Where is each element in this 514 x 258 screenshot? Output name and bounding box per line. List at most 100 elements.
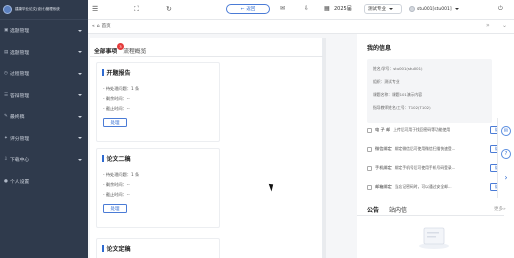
chevron-down-icon [78,137,82,140]
help-icon[interactable]: ? [501,149,511,159]
deadline: - 截止时间：-- [103,192,130,197]
download-icon[interactable]: ⇩ [304,4,309,14]
divider [357,215,504,216]
menu-toggle-icon[interactable]: ☰ [92,4,98,14]
binding-desc: 上传后可用于找回密码等功能使用 [393,127,451,132]
info-name-id: 姓名/学号：stu001(stu001) [373,66,423,71]
fullscreen-icon[interactable]: ⛶ [134,4,139,14]
sidebar-item-settings[interactable]: ● 个人设置 [0,171,88,193]
more-link[interactable]: 更多» [494,206,506,212]
chat-icon[interactable]: ✉ [501,126,511,136]
task-card-second-draft: 论文二稿 - 待处理问题：1 条 - 剩余时间：-- - 截止时间：-- 处理 [96,148,220,228]
wechat-icon [367,146,372,152]
tasks-card: 全部事项 流程概览 3 开题报告 - 待处理问题：1 条 - 剩余时间：-- -… [90,38,323,258]
tab-announcement[interactable]: 公告 [367,205,379,214]
tab-home[interactable]: 首页 [102,23,111,29]
sidebar-item-process[interactable]: ◷ 过程管理 [0,63,88,85]
handle-button[interactable]: 处理 [103,118,127,127]
main-panel: 全部事项 流程概览 3 开题报告 - 待处理问题：1 条 - 剩余时间：-- -… [88,34,357,258]
binding-desc: 当忘记密码时，可以通过安全邮... [394,184,452,189]
binding-row-mailbox: 邮箱绑定 当忘记密码时，可以通过安全邮... [367,184,452,190]
sidebar-item-topic[interactable]: ▣ 选题管理 [0,20,88,42]
binding-row-phone: 手机绑定 绑定手机号后可使用手机号码登录... [367,165,455,171]
sidebar: 建康毕业论文(设计)管理系统 ▣ 选题管理 ▤ 选题管理 ◷ 过程管理 ☰ 答辩… [0,0,88,258]
pending-count: - 待处理问题：1 条 [103,86,140,91]
avatar [409,6,415,12]
sidebar-item-final[interactable]: ✎ 最终稿 [0,106,88,128]
refresh-icon[interactable]: ↻ [166,4,172,14]
chevron-down-icon [78,51,82,54]
expand-icon[interactable]: › [501,172,511,182]
calendar-icon: ▦ [324,5,330,12]
user-menu[interactable]: stu001[stu001] [406,4,484,14]
handle-button[interactable]: 处理 [103,204,127,213]
accent-bar [102,69,104,76]
sidebar-item-score[interactable]: ✦ 评分管理 [0,128,88,150]
binding-label: 电 子 邮 [375,127,391,132]
count-badge: 3 [117,43,124,50]
binding-label: 微信绑定 [375,146,392,151]
binding-row-wechat: 微信绑定 绑定微信后可使用微信扫描快速登... [367,146,455,152]
binding-desc: 绑定手机号后可使用手机号码登录... [394,165,456,170]
empty-state-icon [419,227,449,249]
chevron-down-icon [78,94,82,97]
phone-icon [367,165,372,171]
tabs-right-arrow-icon[interactable]: » [486,22,490,29]
info-advisor: 指导教师姓名/工号：T102(T102) [373,105,431,110]
my-info-title: 我的信息 [367,45,392,52]
task-title: 论文二稿 [102,154,131,163]
back-button[interactable]: ← 返回 [226,4,270,14]
year-label[interactable]: 2025届 [334,5,352,12]
email-icon [367,127,372,133]
sidebar-item-label: 评分管理 [10,136,30,142]
task-title: 开题报告 [102,68,131,77]
major-value: 测试专业 [368,7,386,12]
chevron-down-icon [454,8,459,10]
remaining-time: - 剩余时间：-- [103,182,130,187]
mailbox-icon [367,184,372,190]
topbar: ☰ ⛶ ↻ ← 返回 ✉ ⇩ ▦ 2025届 测试专业 stu001[stu00… [88,0,514,20]
mail-icon[interactable]: ✉ [280,4,285,14]
breadcrumb[interactable]: « ⌂ 首页 [92,23,111,30]
sidebar-item-selection[interactable]: ▤ 选题管理 [0,42,88,64]
chevron-down-icon [389,8,393,10]
logo-icon [3,5,12,14]
sidebar-item-label: 答辩管理 [10,93,30,99]
back-label: 返回 [246,7,256,12]
brand[interactable]: 建康毕业论文(设计)管理系统 [0,0,88,20]
sidebar-item-label: 最终稿 [10,115,25,121]
sidebar-item-download[interactable]: ⇩ 下载中心 [0,149,88,171]
task-card-final-draft: 论文定稿 [96,238,220,258]
remaining-time: - 剩余时间：-- [103,96,130,101]
chevron-down-icon [78,72,82,75]
notice-tabs: 公告 站内信 [367,205,407,214]
chevron-down-icon [78,115,82,118]
tab-all-items[interactable]: 全部事项 [94,46,117,55]
scrollbar[interactable] [323,38,326,258]
sidebar-item-label: 选题管理 [10,50,30,56]
task-title-text: 论文二稿 [106,156,131,163]
task-title: 论文定稿 [102,244,131,253]
binding-label: 手机绑定 [375,165,392,170]
sidebar-item-label: 个人设置 [10,179,30,185]
binding-desc: 绑定微信后可使用微信扫描快速登... [394,146,456,151]
tabs-menu-icon[interactable]: ⌄ [502,22,507,29]
task-title-text: 开题报告 [106,70,131,77]
tab-inbox[interactable]: 站内信 [389,205,407,214]
power-icon[interactable]: ⏻ [498,4,503,14]
task-card-proposal: 开题报告 - 待处理问题：1 条 - 剩余时间：-- - 截止时间：-- 处理 [96,62,220,142]
tabs-bar: « ⌂ 首页 » ⌄ [88,20,514,34]
tabs-left-arrow-icon[interactable]: « [92,24,95,29]
info-box: 姓名/学号：stu001(stu001) 组织：测试专业 课题名称：课题101演… [367,59,492,123]
sidebar-item-label: 下载中心 [10,158,30,164]
deadline: - 截止时间：-- [103,106,130,111]
home-icon: ⌂ [96,23,100,29]
binding-row-email: 电 子 邮 上传后可用于找回密码等功能使用 [367,127,450,133]
pending-count: - 待处理问题：1 条 [103,172,140,177]
task-title-text: 论文定稿 [106,246,131,253]
chevron-down-icon [78,29,82,32]
major-select[interactable]: 测试专业 [364,4,402,14]
brand-title: 建康毕业论文(设计)管理系统 [15,7,60,11]
tab-flow-overview[interactable]: 流程概览 [123,46,146,55]
sidebar-item-defense[interactable]: ☰ 答辩管理 [0,85,88,107]
